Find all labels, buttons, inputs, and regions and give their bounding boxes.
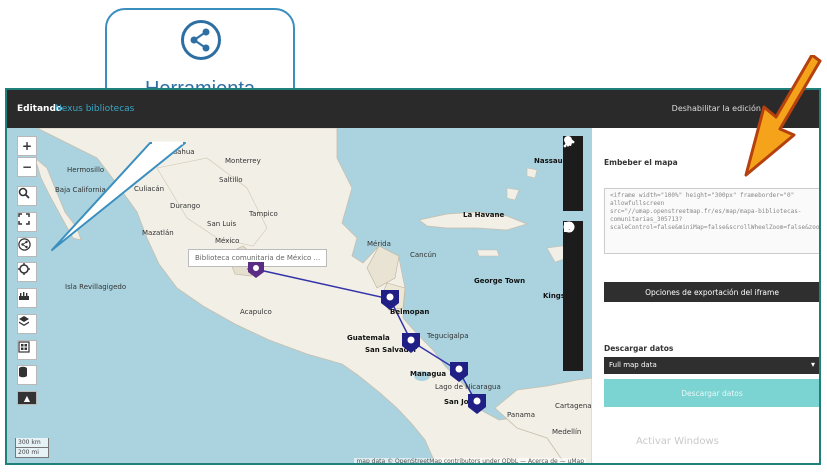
arrow-pointer-icon — [744, 55, 822, 177]
callout-pointer — [51, 141, 186, 251]
